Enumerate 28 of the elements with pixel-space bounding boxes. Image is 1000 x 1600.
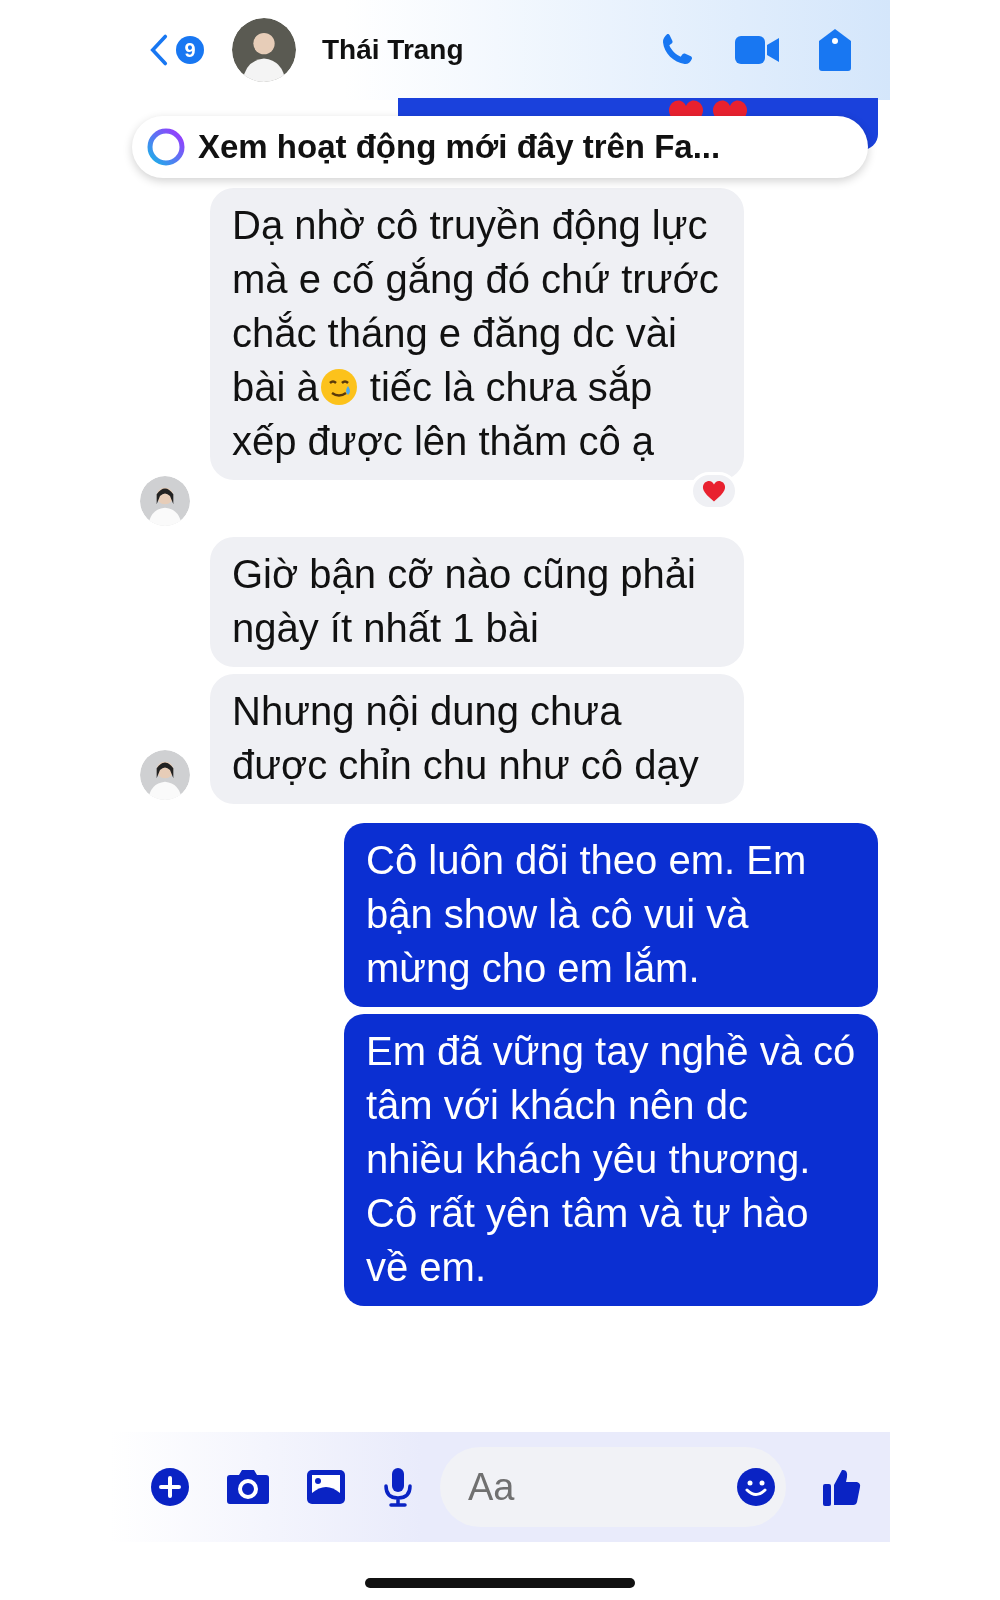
thumbs-up-icon[interactable]	[822, 1467, 862, 1507]
message-text: Nhưng nội dung chưa được chỉn chu như cô dạy	[232, 689, 699, 787]
contact-avatar[interactable]	[232, 18, 296, 82]
message-input[interactable]: Aa	[466, 1464, 736, 1510]
sender-avatar[interactable]	[140, 750, 190, 800]
heart-icon	[666, 100, 706, 116]
banner-text: Xem hoạt động mới đây trên Fa...	[198, 128, 721, 166]
heart-icon	[710, 100, 750, 116]
activity-banner[interactable]: Xem hoạt động mới đây trên Fa...	[132, 116, 868, 178]
video-camera-icon[interactable]	[734, 34, 780, 66]
unread-count-badge: 9	[176, 36, 204, 64]
message-field[interactable]: Aa	[440, 1447, 786, 1527]
plus-icon[interactable]	[150, 1467, 190, 1507]
microphone-icon[interactable]	[382, 1467, 414, 1507]
sender-avatar[interactable]	[140, 476, 190, 526]
camera-icon[interactable]	[226, 1469, 270, 1505]
message-text: Dạ nhờ cô truyền động lực mà e cố gắng đó chứ trước chắc tháng e đăng dc vài bài à tiếc là chưa sắp xếp được lên thăm cô ạ	[232, 203, 719, 463]
tag-icon[interactable]	[818, 28, 852, 72]
message-text: Cô luôn dõi theo em. Em bận show là cô vui và mừng cho em lắm.	[366, 838, 807, 990]
smiling-tear-emoji-icon	[318, 367, 359, 407]
ring-icon	[146, 127, 186, 167]
message-text: Em đã vững tay nghề và có tâm với khách nên dc nhiều khách yêu thương. Cô rất yên tâm và tự hào về em.	[366, 1029, 856, 1289]
back-icon[interactable]	[150, 33, 168, 67]
image-icon[interactable]	[306, 1469, 346, 1505]
smiley-icon[interactable]	[736, 1467, 776, 1507]
contact-name[interactable]: Thái Trang	[322, 34, 464, 66]
heart-icon	[701, 479, 727, 503]
message-text: Giờ bận cỡ nào cũng phải ngày ít nhất 1 bài	[232, 552, 696, 650]
